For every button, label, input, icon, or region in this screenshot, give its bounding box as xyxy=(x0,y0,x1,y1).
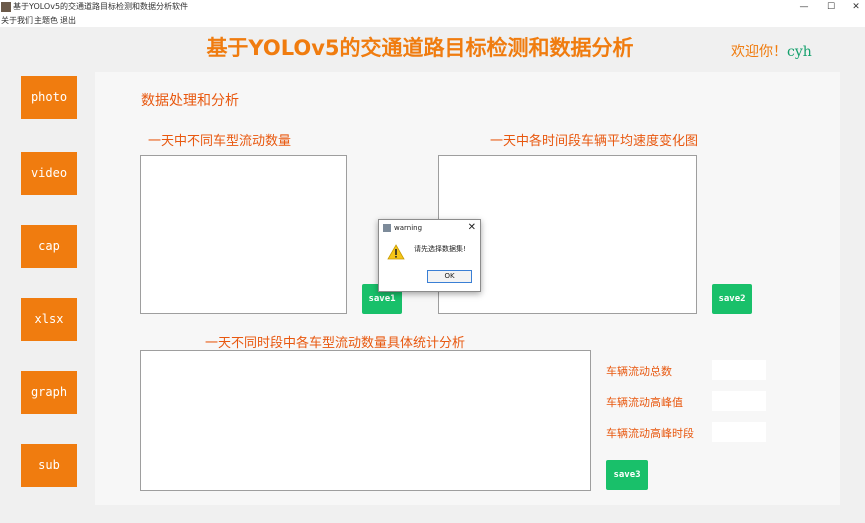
peak-value-field[interactable] xyxy=(712,391,766,411)
dialog-body: 请先选择数据集! OK xyxy=(379,236,480,291)
save2-button[interactable]: save2 xyxy=(712,284,752,314)
app-title: 基于YOLOv5的交通道路目标检测和数据分析 xyxy=(206,36,634,60)
graph-button[interactable]: graph xyxy=(21,371,77,414)
welcome-text: 欢迎你！cyh xyxy=(731,41,812,61)
menu-theme-color[interactable]: 主题色 xyxy=(34,15,58,26)
dialog-message: 请先选择数据集! xyxy=(414,245,466,253)
menu-exit[interactable]: 退出 xyxy=(60,15,76,26)
peak-period-label: 车辆流动高峰时段 xyxy=(606,427,694,440)
close-button[interactable]: ✕ xyxy=(841,0,865,14)
username: cyh xyxy=(787,44,812,60)
peak-period-field[interactable] xyxy=(712,422,766,442)
menu-bar: 关于我们 主题色 退出 xyxy=(0,14,865,27)
section-title: 数据处理和分析 xyxy=(141,93,239,109)
peak-value-label: 车辆流动高峰值 xyxy=(606,396,683,409)
sub-button[interactable]: sub xyxy=(21,444,77,487)
dialog-close-icon[interactable]: ✕ xyxy=(468,221,476,234)
menu-about[interactable]: 关于我们 xyxy=(1,15,33,26)
dialog-app-icon xyxy=(383,224,391,232)
dialog-title: warning xyxy=(394,224,423,232)
app-icon xyxy=(1,2,11,12)
xlsx-button[interactable]: xlsx xyxy=(21,298,77,341)
chart1-display xyxy=(140,155,347,314)
cap-button[interactable]: cap xyxy=(21,225,77,268)
minimize-button[interactable]: — xyxy=(789,0,819,14)
statistics-table xyxy=(140,350,591,491)
save3-button[interactable]: save3 xyxy=(606,460,648,490)
warning-dialog: warning ✕ 请先选择数据集! OK xyxy=(378,219,481,292)
window-titlebar: 基于YOLOv5的交通道路目标检测和数据分析软件 — ☐ ✕ xyxy=(0,0,865,14)
welcome-prefix: 欢迎你！ xyxy=(731,44,787,60)
chart1-label: 一天中不同车型流动数量 xyxy=(148,134,292,149)
window-title: 基于YOLOv5的交通道路目标检测和数据分析软件 xyxy=(13,2,189,11)
total-vehicles-label: 车辆流动总数 xyxy=(606,365,672,378)
ok-button[interactable]: OK xyxy=(427,270,472,283)
dialog-titlebar: warning ✕ xyxy=(379,220,480,236)
photo-button[interactable]: photo xyxy=(21,76,77,119)
video-button[interactable]: video xyxy=(21,152,77,195)
total-vehicles-field[interactable] xyxy=(712,360,766,380)
chart2-label: 一天中各时间段车辆平均速度变化图 xyxy=(490,134,699,149)
warning-icon xyxy=(387,244,405,260)
table-label: 一天不同时段中各车型流动数量具体统计分析 xyxy=(205,336,466,351)
